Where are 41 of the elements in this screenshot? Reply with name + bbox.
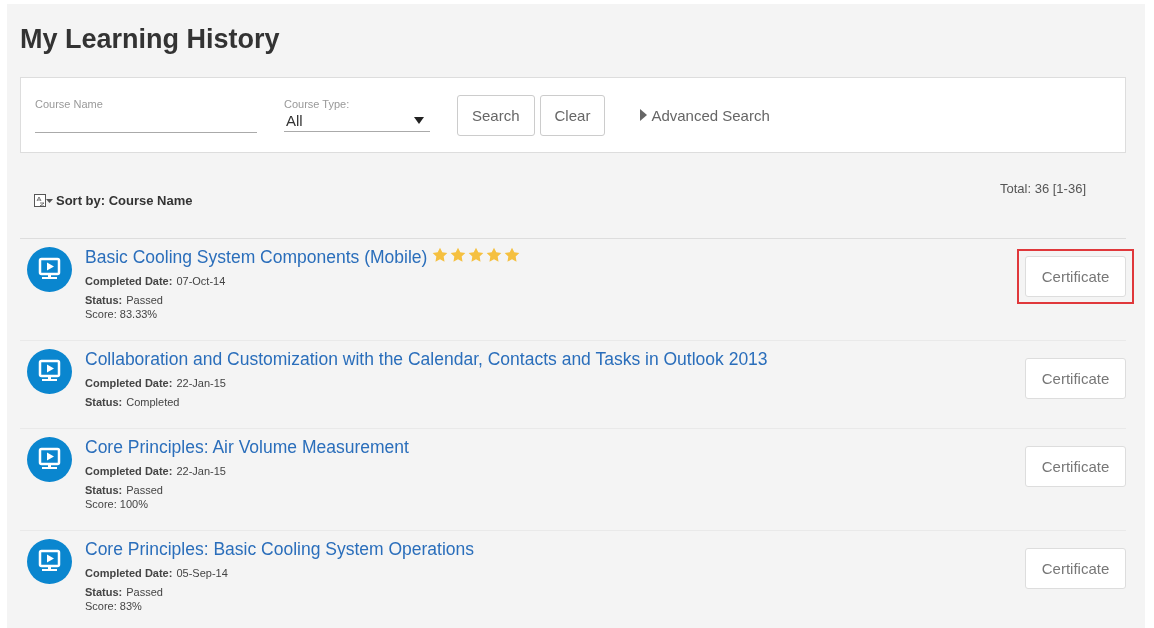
total-count: Total: 36 [1-36] — [1000, 181, 1086, 196]
course-score: Score: 83% — [85, 600, 143, 612]
course-score: Score: 83.33% — [85, 308, 159, 320]
sort-icon — [34, 194, 53, 207]
course-type-dropdown[interactable]: All — [284, 110, 430, 132]
course-score: Score: 100% — [85, 498, 149, 510]
certificate-button[interactable]: Certificate — [1025, 256, 1126, 297]
course-status: Status: Passed — [85, 586, 164, 598]
course-title-link[interactable]: Basic Cooling System Components (Mobile) — [85, 247, 428, 268]
field-label: Course Name — [35, 97, 104, 110]
certificate-button[interactable]: Certificate — [1025, 548, 1126, 589]
monitor-play-icon — [27, 349, 72, 394]
completed-date: Completed Date: 22-Jan-15 — [85, 465, 227, 477]
course-status: Status: Passed — [85, 294, 164, 306]
completed-date: Completed Date: 05-Sep-14 — [85, 567, 229, 579]
star-icon — [468, 246, 485, 263]
monitor-play-icon — [27, 247, 72, 292]
clear-button[interactable]: Clear — [539, 94, 606, 136]
monitor-play-icon — [27, 437, 72, 482]
field-label: Course Type: — [284, 98, 351, 110]
star-icon — [450, 246, 467, 263]
monitor-play-icon — [27, 539, 72, 584]
caret-icon — [414, 117, 424, 124]
star-icon — [486, 246, 503, 263]
page-title: My Learning History — [20, 23, 281, 56]
sort-menu-button[interactable] — [34, 194, 53, 207]
completed-date: Completed Date: 07-Oct-14 — [85, 275, 227, 287]
star-icon — [504, 246, 521, 263]
course-title-link[interactable]: Core Principles: Basic Cooling System Operations — [85, 539, 475, 560]
advanced-search-link[interactable]: Advanced Search — [640, 106, 770, 124]
course-status: Status: Passed — [85, 484, 164, 496]
course-status: Status: Completed — [85, 396, 181, 408]
certificate-button[interactable]: Certificate — [1025, 446, 1126, 487]
certificate-button[interactable]: Certificate — [1025, 358, 1126, 399]
completed-date: Completed Date: 22-Jan-15 — [85, 377, 227, 389]
course-title-link[interactable]: Collaboration and Customization with the Calendar, Contacts and Tasks in Outlook 2013 — [85, 349, 768, 370]
star-icon — [432, 246, 449, 263]
course-title-link[interactable]: Core Principles: Air Volume Measurement — [85, 437, 409, 458]
search-button[interactable]: Search — [457, 94, 535, 136]
triangle-icon — [640, 109, 648, 121]
sort-label: Sort by: Course Name — [56, 193, 193, 208]
